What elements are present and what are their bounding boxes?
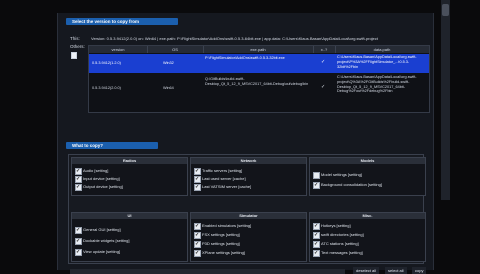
- checkbox[interactable]: [75, 176, 82, 183]
- checkbox[interactable]: [313, 241, 320, 248]
- simulator-group: Simulator Enabled simulators [setting] F…: [190, 212, 307, 262]
- checkbox-label: Audio [setting]: [83, 168, 109, 173]
- radios-group: Radios Audio [setting] Input device [set…: [71, 157, 188, 196]
- misc-group: Misc. Hotkeys [setting] swift directorie…: [309, 212, 426, 262]
- checkbox-label: FSX settings [setting]: [202, 232, 240, 237]
- checkbox[interactable]: [194, 223, 201, 230]
- checkbox-label: P3D settings [setting]: [202, 241, 240, 246]
- checkbox-label: Last VATSIM server [cache]: [202, 184, 252, 189]
- checkbox-label: Dockable widgets [setting]: [83, 238, 130, 243]
- checkbox[interactable]: [75, 184, 82, 191]
- select-all-button[interactable]: select all: [385, 267, 407, 274]
- checkbox-label: General GUI [setting]: [83, 227, 121, 232]
- column-header-x[interactable]: x..?: [313, 46, 336, 53]
- checkbox[interactable]: [194, 184, 201, 191]
- models-group: Models Model settings [setting] Backgrou…: [309, 157, 426, 196]
- checkbox-label: Input device [setting]: [83, 176, 120, 181]
- checkbox[interactable]: [194, 168, 201, 175]
- checkbox-label: Hotkeys [setting]: [321, 223, 351, 228]
- row-os: Win32: [163, 61, 174, 65]
- checkbox[interactable]: [75, 227, 82, 234]
- checkbox[interactable]: [194, 232, 201, 239]
- scrollbar[interactable]: [441, 0, 450, 200]
- row-data-path: C:\Users\Klaus.Basan\AppData\Local\org.s…: [337, 75, 417, 94]
- row-os: Win64: [163, 86, 174, 90]
- row-version: 0.5.3.9412(2.0.0): [92, 86, 121, 90]
- radios-group-title: Radios: [72, 158, 187, 164]
- checkbox[interactable]: [313, 172, 320, 179]
- row-check-icon: ✓: [321, 59, 326, 65]
- checkbox-label: Background consolidation [setting]: [321, 182, 382, 187]
- column-header-exe-path[interactable]: exe.path: [203, 46, 314, 53]
- deselect-all-button[interactable]: deselect all: [353, 267, 380, 274]
- checkbox[interactable]: [194, 241, 201, 248]
- checkbox[interactable]: [75, 238, 82, 245]
- checkbox[interactable]: [194, 250, 201, 257]
- versions-table[interactable]: version OS exe.path x..? data.path 0.5.3…: [88, 45, 430, 113]
- others-label: Others:: [70, 44, 85, 49]
- checkbox-label: Last used server [cache]: [202, 176, 246, 181]
- models-group-title: Models: [310, 158, 425, 164]
- checkbox[interactable]: [75, 249, 82, 256]
- checkbox[interactable]: [75, 168, 82, 175]
- checkbox-label: XPlane settings [setting]: [202, 250, 245, 255]
- checkbox[interactable]: [194, 176, 201, 183]
- misc-group-title: Misc.: [310, 213, 425, 219]
- copy-settings-panel: Select the version to copy from This: Ve…: [57, 13, 434, 274]
- checkbox-label: Model settings [setting]: [321, 172, 362, 177]
- column-header-os[interactable]: OS: [147, 46, 204, 53]
- checkbox[interactable]: [313, 232, 320, 239]
- select-version-title: Select the version to copy from: [66, 18, 178, 25]
- network-group: Network Traffic servers [setting] Last u…: [190, 157, 307, 196]
- checkbox[interactable]: [313, 182, 320, 189]
- checkbox-label: View update [setting]: [83, 249, 121, 254]
- what-to-copy-title: What to copy?: [66, 142, 158, 149]
- checkbox[interactable]: [313, 250, 320, 257]
- table-row[interactable]: 0.5.3.9412(1.2.0) Win32 P:\FlightSimulat…: [89, 54, 429, 73]
- ui-group-title: UI: [72, 213, 187, 219]
- simulator-group-title: Simulator: [191, 213, 306, 219]
- row-version: 0.5.3.9412(1.2.0): [92, 61, 121, 65]
- scrollbar-thumb[interactable]: [442, 4, 449, 16]
- ui-group: UI General GUI [setting] Dockable widget…: [71, 212, 188, 262]
- row-check-icon: ✓: [321, 84, 326, 90]
- row-data-path: C:\Users\Klaus.Basan\AppData\Local\org.s…: [337, 55, 417, 69]
- checkbox-label: Traffic servers [setting]: [202, 168, 243, 173]
- what-to-copy-box: Radios Audio [setting] Input device [set…: [68, 154, 426, 264]
- checkbox-label: ATC stations [setting]: [321, 241, 359, 246]
- column-header-data-path[interactable]: data.path: [335, 46, 429, 53]
- this-version-value: Version: 0.5.3.9412(2.0.0) on: Win64 | e…: [91, 36, 378, 41]
- table-row[interactable]: 0.5.3.9412(2.0.0) Win64 Q:\GitBuilds\bui…: [89, 74, 429, 104]
- row-exe-path: P:\FlightSimulator\AddOns\swift-0.5.3-32…: [205, 56, 285, 60]
- row-exe-path: Q:\GitBuilds\build-swift-Desktop_Qt_5_12…: [205, 77, 309, 86]
- copy-button[interactable]: copy: [412, 267, 427, 274]
- checkbox-label: swift directories [setting]: [321, 232, 364, 237]
- network-group-title: Network: [191, 158, 306, 164]
- this-label: This:: [70, 36, 80, 41]
- checkbox-label: Enabled simulators [setting]: [202, 223, 252, 228]
- checkbox-label: Output device [setting]: [83, 184, 123, 189]
- checkbox-label: Text messages [setting]: [321, 250, 363, 255]
- table-header: version OS exe.path x..? data.path: [89, 46, 429, 53]
- column-header-version[interactable]: version: [89, 46, 148, 53]
- checkbox[interactable]: [313, 223, 320, 230]
- document-icon: [71, 52, 77, 59]
